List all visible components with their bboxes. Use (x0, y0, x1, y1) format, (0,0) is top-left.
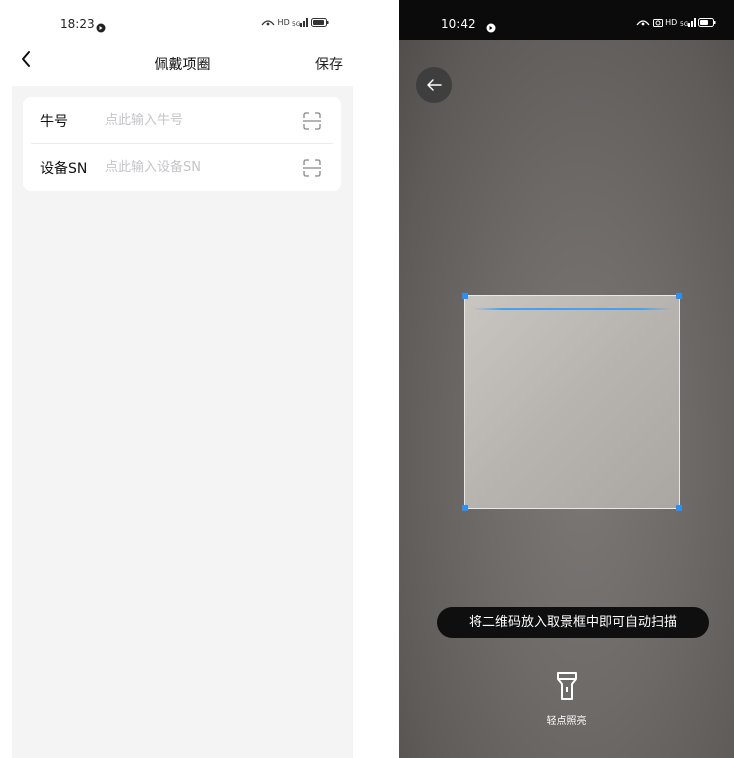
cow-number-row: 牛号 (23, 97, 341, 144)
status-icons: HD 5G (261, 18, 329, 28)
notification-icon (486, 18, 496, 37)
frame-corner (462, 293, 468, 299)
status-bar: 10:42 HD 5G (399, 0, 734, 40)
notification-icon (96, 18, 106, 37)
scan-cow-number-button[interactable] (301, 110, 323, 132)
form-screen: 18:23 HD 5G 佩戴项圈 保存 牛号 点此输入牛号 设备SN 点此输入设… (12, 0, 353, 758)
frame-corner (676, 293, 682, 299)
flashlight-icon (557, 672, 577, 700)
status-icons: HD 5G (636, 18, 716, 28)
scan-device-sn-button[interactable] (301, 157, 323, 179)
page-title: 佩戴项圈 (154, 57, 211, 73)
cow-number-label: 牛号 (40, 114, 68, 130)
scan-line (473, 308, 671, 310)
scan-icon (303, 112, 321, 130)
scan-icon (303, 159, 321, 177)
device-sn-label: 设备SN (40, 161, 88, 177)
frame-corner (676, 505, 682, 511)
flashlight-label: 轻点照亮 (546, 716, 587, 727)
device-sn-input[interactable] (105, 156, 275, 178)
scan-hint: 将二维码放入取景框中即可自动扫描 (437, 607, 709, 638)
nav-bar: 佩戴项圈 保存 (12, 40, 353, 86)
save-button[interactable]: 保存 (315, 54, 343, 74)
arrow-left-icon (427, 79, 442, 91)
hd-label: HD (277, 18, 290, 27)
svg-text:5G: 5G (680, 21, 689, 27)
cow-number-input[interactable] (105, 109, 275, 131)
back-button[interactable] (416, 67, 452, 103)
device-sn-row: 设备SN (23, 144, 341, 191)
status-time: 10:42 (441, 17, 476, 31)
flashlight-button[interactable] (555, 671, 579, 701)
form-card: 牛号 设备SN (23, 97, 341, 191)
frame-corner (462, 505, 468, 511)
scanner-screen: 10:42 HD 5G 将二维码放入取景框中即可自动扫描 轻点照亮 (399, 0, 734, 758)
status-time: 18:23 (60, 17, 95, 31)
scan-viewfinder (462, 293, 682, 511)
status-bar: 18:23 HD 5G (12, 0, 353, 40)
svg-text:5G: 5G (292, 21, 301, 27)
hd-label: HD (665, 18, 678, 27)
